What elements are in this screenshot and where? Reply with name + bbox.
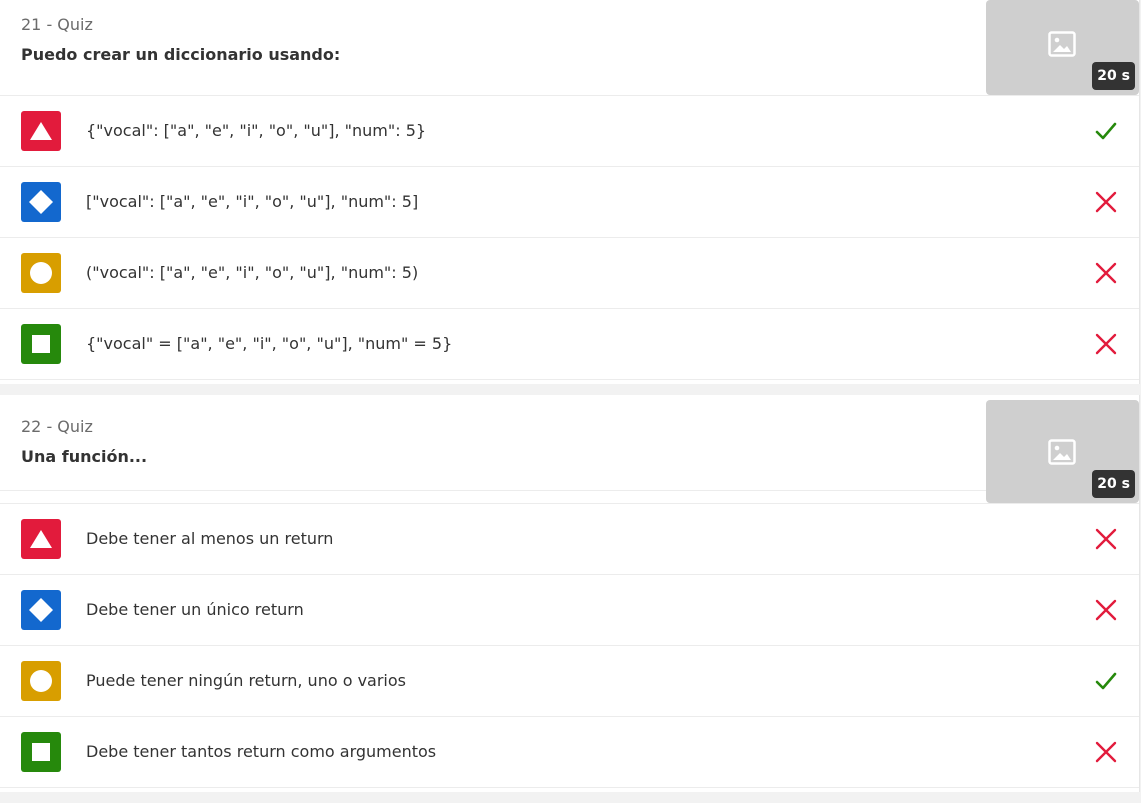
answer-text: ["vocal": ["a", "e", "i", "o", "u"], "nu…	[86, 192, 419, 211]
image-placeholder-icon	[1048, 439, 1076, 465]
question-thumbnail[interactable]: 20 s	[986, 0, 1139, 95]
answer-shape-blue	[21, 590, 61, 630]
quiz-divider	[0, 384, 1141, 395]
diamond-icon	[29, 190, 53, 214]
answer-row: Debe tener al menos un return	[0, 504, 1139, 575]
quiz-question: Puedo crear un diccionario usando:	[21, 45, 341, 64]
square-icon	[32, 335, 50, 353]
answer-shape-blue	[21, 182, 61, 222]
x-icon	[1095, 528, 1117, 550]
answer-shape-red	[21, 111, 61, 151]
quiz-list: 21 - Quiz Puedo crear un diccionario usa…	[0, 0, 1141, 792]
answer-shape-yellow	[21, 253, 61, 293]
quiz-footer	[0, 788, 1139, 792]
time-limit-badge: 20 s	[1092, 470, 1135, 498]
x-icon	[1095, 262, 1117, 284]
diamond-icon	[29, 598, 53, 622]
image-placeholder-icon	[1048, 31, 1076, 57]
answer-row: {"vocal": ["a", "e", "i", "o", "u"], "nu…	[0, 96, 1139, 167]
answer-text: Debe tener tantos return como argumentos	[86, 742, 437, 761]
quiz-label: 22 - Quiz	[21, 417, 93, 436]
checkmark-icon	[1095, 672, 1117, 690]
answer-shape-green	[21, 732, 61, 772]
quiz-card: 22 - Quiz Una función... 20 s Debe tener…	[0, 395, 1140, 792]
checkmark-icon	[1095, 122, 1117, 140]
answer-text: Debe tener al menos un return	[86, 529, 334, 548]
triangle-icon	[30, 530, 52, 548]
answer-row: ("vocal": ["a", "e", "i", "o", "u"], "nu…	[0, 238, 1139, 309]
answer-row: Puede tener ningún return, uno o varios	[0, 646, 1139, 717]
circle-icon	[30, 262, 52, 284]
time-limit-badge: 20 s	[1092, 62, 1135, 90]
answer-row: {"vocal" = ["a", "e", "i", "o", "u"], "n…	[0, 309, 1139, 380]
circle-icon	[30, 670, 52, 692]
x-icon	[1095, 191, 1117, 213]
square-icon	[32, 743, 50, 761]
quiz-label: 21 - Quiz	[21, 15, 93, 34]
x-icon	[1095, 741, 1117, 763]
answer-shape-red	[21, 519, 61, 559]
answer-text: ("vocal": ["a", "e", "i", "o", "u"], "nu…	[86, 263, 419, 282]
question-thumbnail[interactable]: 20 s	[986, 400, 1139, 503]
answer-shape-green	[21, 324, 61, 364]
answer-text: {"vocal": ["a", "e", "i", "o", "u"], "nu…	[86, 121, 427, 140]
answer-shape-yellow	[21, 661, 61, 701]
answer-text: Puede tener ningún return, uno o varios	[86, 671, 406, 690]
quiz-footer	[0, 380, 1139, 384]
quiz-question: Una función...	[21, 447, 148, 466]
answer-row: ["vocal": ["a", "e", "i", "o", "u"], "nu…	[0, 167, 1139, 238]
answer-row: Debe tener un único return	[0, 575, 1139, 646]
answer-text: {"vocal" = ["a", "e", "i", "o", "u"], "n…	[86, 334, 453, 353]
header-spacer	[0, 490, 1139, 504]
x-icon	[1095, 599, 1117, 621]
quiz-card: 21 - Quiz Puedo crear un diccionario usa…	[0, 0, 1140, 384]
quiz-header: 22 - Quiz Una función... 20 s	[0, 395, 1139, 503]
x-icon	[1095, 333, 1117, 355]
quiz-header: 21 - Quiz Puedo crear un diccionario usa…	[0, 0, 1139, 96]
answer-text: Debe tener un único return	[86, 600, 304, 619]
triangle-icon	[30, 122, 52, 140]
answer-row: Debe tener tantos return como argumentos	[0, 717, 1139, 788]
